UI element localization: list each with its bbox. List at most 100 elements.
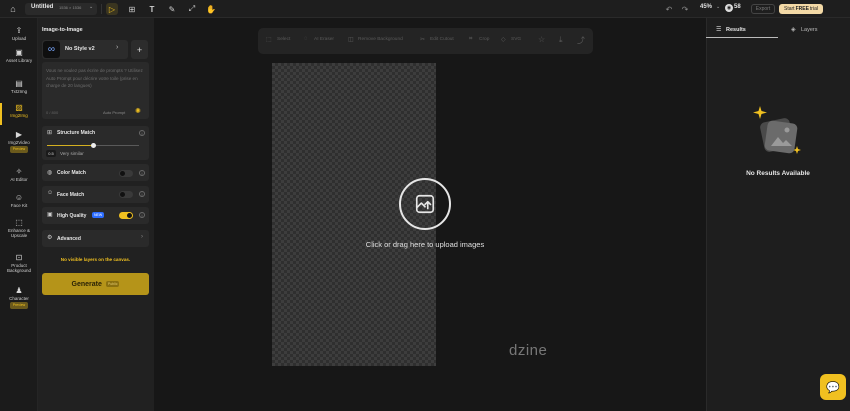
- frame-tool-icon[interactable]: ⊞: [126, 3, 138, 15]
- toolbar-edit-cutout[interactable]: Edit Cutout: [430, 37, 454, 42]
- star-icon[interactable]: ☆: [538, 35, 545, 44]
- nav-label: Enhance & Upscale: [7, 228, 31, 238]
- slider-handle[interactable]: [90, 143, 96, 148]
- info-icon[interactable]: i: [139, 191, 145, 197]
- trial-bold: FREE: [795, 6, 809, 12]
- crop-icon[interactable]: ⌗: [469, 36, 472, 43]
- color-match-toggle[interactable]: [119, 170, 133, 177]
- nav-product-background[interactable]: ⊡ Product Background: [0, 253, 38, 273]
- tab-layers[interactable]: Layers: [801, 27, 818, 33]
- eraser-icon[interactable]: ◌: [304, 36, 308, 42]
- enhance-icon: ⬚: [15, 218, 23, 227]
- chevron-right-icon[interactable]: ›: [116, 44, 118, 51]
- similarity-label: Very similar: [60, 151, 84, 156]
- undo-icon[interactable]: ↶: [664, 3, 674, 15]
- upload-hint: Click or drag here to upload images: [365, 240, 485, 249]
- nav-img2video[interactable]: ▶ Img2Video Preview: [0, 130, 38, 153]
- character-icon: ♟: [15, 286, 23, 295]
- credits-count[interactable]: 58: [734, 4, 741, 10]
- nav-asset-library[interactable]: ▣ Asset Library: [0, 48, 38, 63]
- svg-icon[interactable]: ◇: [501, 36, 506, 43]
- video-icon: ▶: [15, 130, 23, 139]
- download-icon[interactable]: ⤓: [559, 35, 563, 45]
- nav-label: Img2Video: [8, 140, 30, 145]
- palette-icon: ◍: [47, 170, 53, 176]
- expand-tool-icon[interactable]: ⤢: [186, 3, 198, 15]
- nav-enhance-upscale[interactable]: ⬚ Enhance & Upscale: [0, 218, 38, 238]
- toolbar-remove-background[interactable]: Remove Background: [358, 37, 403, 42]
- toolbar-select[interactable]: Select: [277, 37, 290, 42]
- settings-icon: ⚙: [47, 235, 53, 241]
- add-style-button[interactable]: +: [131, 40, 148, 59]
- auto-prompt-sparkle-icon[interactable]: ✺: [135, 107, 141, 115]
- document-size: 1536 × 1536: [59, 5, 82, 10]
- chevron-down-icon[interactable]: ⌄: [89, 4, 93, 10]
- high-quality-toggle[interactable]: [119, 212, 133, 219]
- remove-bg-icon[interactable]: ◫: [348, 36, 354, 43]
- hand-tool-icon[interactable]: ✋: [205, 3, 217, 15]
- select-icon[interactable]: ⬚: [266, 36, 272, 43]
- no-results-text: No Results Available: [746, 170, 810, 177]
- generate-button[interactable]: Generate Public: [42, 273, 149, 295]
- new-badge: NEW: [92, 212, 105, 218]
- txt2img-icon: ▤: [15, 79, 23, 88]
- face-match-toggle[interactable]: [119, 191, 133, 198]
- tab-results[interactable]: Results: [726, 27, 746, 33]
- text-tool-icon[interactable]: T: [146, 3, 158, 15]
- home-icon[interactable]: ⌂: [7, 3, 19, 15]
- upload-icon: ⇪: [15, 26, 23, 35]
- product-icon: ⊡: [15, 253, 23, 262]
- nav-label: AI Editor: [10, 177, 28, 182]
- nav-ai-editor[interactable]: ✧ AI Editor: [0, 167, 38, 182]
- structure-match-label: Structure Match: [57, 130, 96, 136]
- high-quality-label: High Quality: [57, 213, 87, 219]
- document-title[interactable]: Untitled: [31, 4, 53, 10]
- results-icon: ☰: [716, 27, 722, 33]
- info-icon[interactable]: i: [139, 212, 145, 218]
- trial-prefix: Start: [784, 6, 795, 12]
- trial-suffix: trial: [809, 6, 818, 12]
- nav-label: Txt2Img: [10, 89, 28, 94]
- export-label: Export: [755, 6, 771, 12]
- toolbar-crop[interactable]: Crop: [479, 37, 489, 42]
- toolbar-ai-eraser[interactable]: AI Eraser: [314, 37, 334, 42]
- select-tool-icon[interactable]: ▷: [106, 3, 118, 15]
- prompt-placeholder: Vous ne voulez pas écrire de prompts ? U…: [46, 68, 143, 88]
- upload-image-icon[interactable]: [399, 178, 451, 230]
- cutout-icon[interactable]: ✂: [420, 36, 425, 43]
- chat-support-icon[interactable]: 💬: [820, 374, 846, 400]
- nav-face-kit[interactable]: ☺ Face Kit: [0, 193, 38, 208]
- draw-tool-icon[interactable]: ✎: [166, 3, 178, 15]
- color-match-label: Color Match: [57, 170, 86, 176]
- auto-prompt-button[interactable]: Auto Prompt: [103, 110, 125, 115]
- preview-badge: Preview: [9, 146, 29, 153]
- nav-upload[interactable]: ⇪ Upload: [0, 26, 38, 41]
- structure-icon: ⊞: [47, 130, 53, 136]
- free-trial-button[interactable]: Start FREE trial: [779, 4, 823, 14]
- nav-character[interactable]: ♟ Character Preview: [0, 286, 38, 309]
- watermark-logo: dzine: [509, 342, 548, 359]
- share-icon[interactable]: ⤴: [577, 35, 585, 46]
- layers-icon: ◈: [791, 27, 796, 33]
- nav-img2img[interactable]: ▨ Img2Img: [0, 103, 38, 118]
- zoom-level[interactable]: 45%: [700, 4, 712, 10]
- toolbar-svg[interactable]: SVG: [511, 37, 521, 42]
- nav-label: Character: [9, 296, 29, 301]
- info-icon[interactable]: i: [139, 170, 145, 176]
- info-icon[interactable]: i: [139, 130, 145, 136]
- style-thumbnail-icon: ∞: [43, 41, 60, 58]
- style-name: No Style v2: [65, 46, 95, 52]
- redo-icon[interactable]: ↷: [680, 3, 690, 15]
- active-tab-underline: [706, 37, 778, 38]
- nav-label: Img2Img: [10, 113, 28, 118]
- nav-txt2img[interactable]: ▤ Txt2Img: [0, 79, 38, 94]
- chevron-down-icon[interactable]: ⌄: [716, 4, 720, 10]
- public-badge: Public: [105, 281, 120, 287]
- empty-results-illustration-icon: [753, 106, 803, 166]
- export-button[interactable]: Export: [751, 4, 775, 14]
- results-panel: [706, 18, 850, 411]
- sparkle-icon: ✧: [15, 167, 23, 176]
- hq-icon: ▣: [47, 212, 53, 218]
- panel-title: Image-to-Image: [42, 27, 83, 33]
- face-icon: ☺: [14, 193, 24, 202]
